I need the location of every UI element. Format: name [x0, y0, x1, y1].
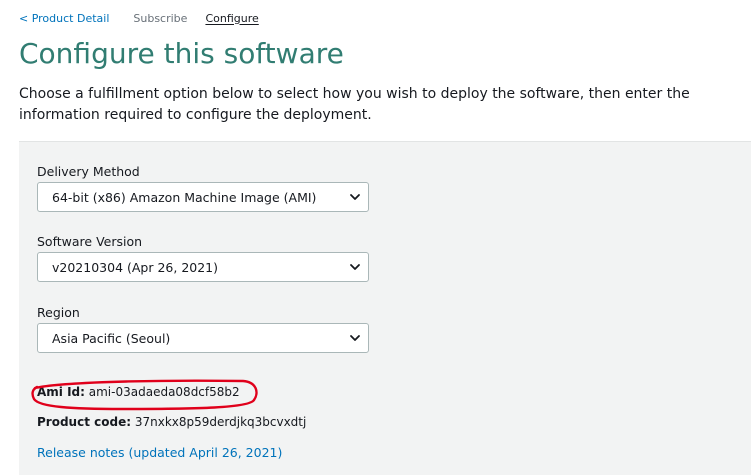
highlight-circle-annotation [31, 379, 258, 411]
chevron-down-icon [350, 264, 360, 270]
delivery-method-value: 64-bit (x86) Amazon Machine Image (AMI) [52, 189, 317, 205]
breadcrumb: < Product Detail Subscribe Configure [19, 10, 259, 26]
breadcrumb-step-configure: Configure [205, 11, 259, 25]
software-version-select[interactable]: v20210304 (Apr 26, 2021) [37, 252, 369, 282]
page-title: Configure this software [19, 37, 344, 70]
breadcrumb-step-subscribe: Subscribe [133, 11, 188, 25]
product-code-label: Product code: [37, 415, 132, 429]
breadcrumb-product-detail-link[interactable]: < Product Detail [19, 12, 109, 25]
software-version-label: Software Version [37, 234, 143, 249]
delivery-method-select[interactable]: 64-bit (x86) Amazon Machine Image (AMI) [37, 182, 369, 212]
release-notes-link[interactable]: Release notes (updated April 26, 2021) [37, 445, 282, 460]
region-label: Region [37, 305, 80, 320]
page-intro: Choose a fulfillment option below to sel… [19, 86, 690, 123]
fulfillment-options-panel: Delivery Method 64-bit (x86) Amazon Mach… [19, 141, 751, 475]
region-select[interactable]: Asia Pacific (Seoul) [37, 323, 369, 353]
product-code-value: 37nxkx8p59derdjkq3bcvxdtj [134, 415, 307, 429]
product-code-line: Product code: 37nxkx8p59derdjkq3bcvxdtj [37, 415, 306, 429]
region-value: Asia Pacific (Seoul) [52, 330, 171, 346]
software-version-value: v20210304 (Apr 26, 2021) [52, 259, 219, 275]
delivery-method-label: Delivery Method [37, 164, 140, 179]
chevron-down-icon [350, 194, 360, 200]
chevron-down-icon [350, 335, 360, 341]
